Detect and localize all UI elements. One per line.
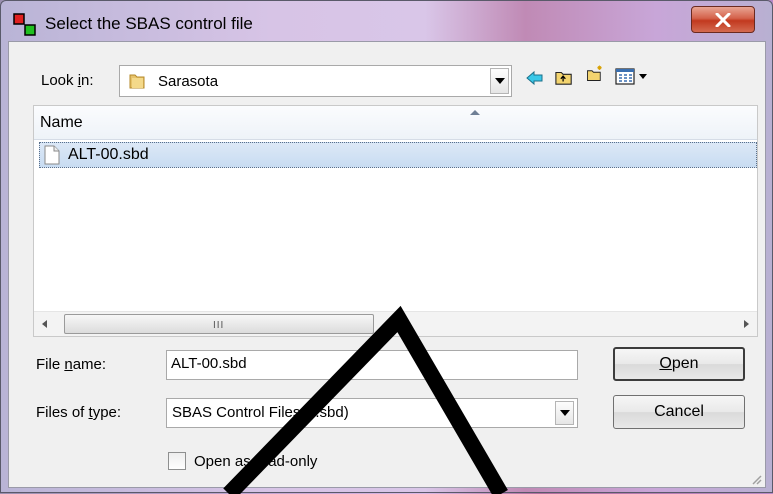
- scroll-grip: III: [213, 320, 225, 331]
- look-in-label: Look in:: [41, 72, 94, 89]
- window-title: Select the SBAS control file: [45, 14, 253, 33]
- horizontal-scrollbar[interactable]: III: [34, 311, 757, 336]
- title-bar[interactable]: Select the SBAS control file: [1, 1, 772, 41]
- file-type-dropdown[interactable]: SBAS Control Files (*.sbd): [166, 398, 578, 428]
- new-folder-icon[interactable]: [583, 64, 607, 82]
- open-button[interactable]: Open: [613, 347, 745, 381]
- column-header-label: Name: [40, 114, 83, 131]
- close-button[interactable]: [691, 6, 755, 33]
- close-icon: [715, 12, 731, 27]
- chevron-down-icon: [494, 78, 505, 84]
- file-name-text: ALT-00.sbd: [68, 146, 149, 163]
- scroll-left-icon[interactable]: [42, 320, 47, 328]
- scroll-thumb[interactable]: III: [64, 314, 374, 334]
- file-name-label: File name:: [36, 356, 107, 373]
- folder-icon: [129, 74, 145, 89]
- file-icon: [44, 145, 60, 165]
- up-folder-icon[interactable]: [553, 68, 575, 86]
- resize-grip-icon[interactable]: [749, 472, 763, 486]
- cancel-button[interactable]: Cancel: [613, 395, 745, 429]
- file-type-dropdown-arrow[interactable]: [555, 401, 574, 425]
- view-menu-icon[interactable]: [615, 68, 651, 86]
- file-row-alt-00[interactable]: ALT-00.sbd: [39, 142, 757, 168]
- app-icon: [13, 13, 36, 36]
- file-type-value: SBAS Control Files (*.sbd): [172, 404, 349, 421]
- read-only-checkbox[interactable]: [168, 452, 186, 470]
- file-list[interactable]: Name ALT-00.sbd III: [33, 105, 758, 337]
- read-only-label[interactable]: Open as read-only: [194, 453, 317, 470]
- look-in-dropdown-arrow[interactable]: [490, 68, 509, 94]
- column-header-name[interactable]: Name: [34, 106, 757, 140]
- file-name-input[interactable]: ALT-00.sbd: [166, 350, 578, 380]
- sort-ascending-icon: [470, 110, 480, 115]
- look-in-value: Sarasota: [158, 73, 219, 90]
- file-dialog-window: Select the SBAS control file Look in: Sa…: [0, 0, 773, 494]
- file-type-label: Files of type:: [36, 404, 122, 421]
- look-in-dropdown[interactable]: Sarasota: [119, 65, 512, 97]
- scroll-right-icon[interactable]: [744, 320, 749, 328]
- chevron-down-icon: [559, 410, 570, 416]
- back-icon[interactable]: [525, 69, 545, 87]
- dialog-body: Look in: Sarasota Name ALT-00.sbd III Fi…: [8, 41, 766, 488]
